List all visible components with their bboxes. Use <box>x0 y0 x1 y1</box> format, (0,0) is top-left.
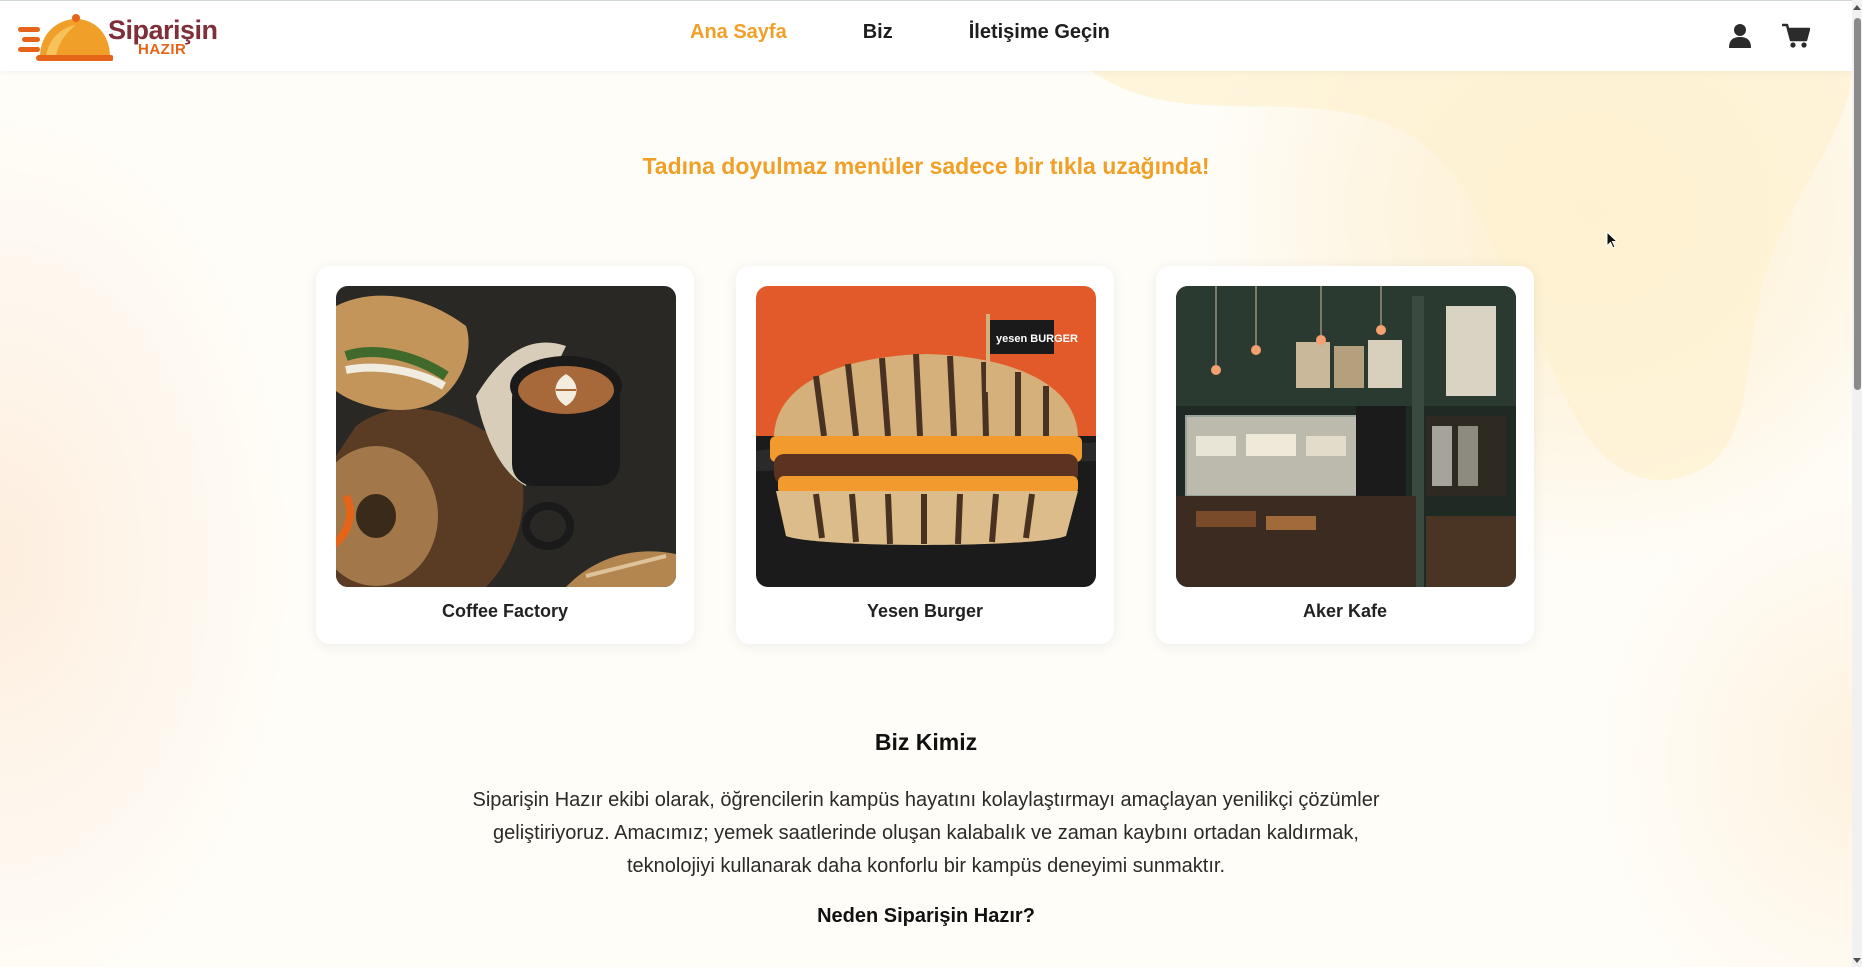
restaurant-name: Yesen Burger <box>866 601 984 621</box>
logo-subtitle: HAZIR <box>138 41 187 58</box>
why-us-heading: Neden Siparişin Hazır? <box>817 905 1035 927</box>
about-paragraph: Siparişin Hazır ekibi olarak, öğrenciler… <box>472 789 1380 877</box>
site-logo[interactable]: Siparişin HAZIR <box>18 11 238 63</box>
logo-dish-icon <box>18 14 113 61</box>
restaurant-card-coffee-factory[interactable]: Coffee Factory <box>316 266 694 644</box>
burger-flag-text: yesen BURGER <box>996 333 1078 345</box>
scroll-up-arrow-icon[interactable] <box>1853 5 1861 10</box>
about-heading: Biz Kimiz <box>874 729 978 755</box>
restaurant-image: yesen BURGER <box>756 286 1096 587</box>
burger-photo: yesen BURGER <box>756 286 1096 587</box>
mouse-cursor-icon <box>1606 231 1618 249</box>
nav-home[interactable]: Ana Sayfa <box>690 21 787 51</box>
restaurant-name: Aker Kafe <box>1302 601 1388 621</box>
restaurant-image <box>1176 286 1516 587</box>
coffee-photo <box>336 286 676 587</box>
hero-tagline: Tadına doyulmaz menüler sadece bir tıkla… <box>642 153 1210 179</box>
restaurant-image <box>336 286 676 587</box>
page-scrollbar[interactable] <box>1852 0 1862 967</box>
restaurant-card-aker-kafe[interactable]: Aker Kafe <box>1156 266 1534 644</box>
cafe-photo <box>1176 286 1516 587</box>
main-nav: Ana Sayfa Biz İletişime Geçin <box>690 21 1186 51</box>
restaurant-name: Coffee Factory <box>441 601 569 621</box>
user-icon[interactable] <box>1728 23 1752 49</box>
top-navbar: Siparişin HAZIR Ana Sayfa Biz İletişime … <box>0 0 1852 71</box>
nav-about[interactable]: Biz <box>863 21 893 51</box>
restaurant-card-yesen-burger[interactable]: yesen BURGER Yesen Burger <box>736 266 1114 644</box>
nav-contact[interactable]: İletişime Geçin <box>969 21 1110 51</box>
cart-icon[interactable] <box>1782 23 1810 49</box>
scrollbar-thumb[interactable] <box>1854 18 1861 390</box>
main-content: Tadına doyulmaz menüler sadece bir tıkla… <box>0 70 1852 967</box>
scroll-down-arrow-icon[interactable] <box>1853 958 1861 963</box>
